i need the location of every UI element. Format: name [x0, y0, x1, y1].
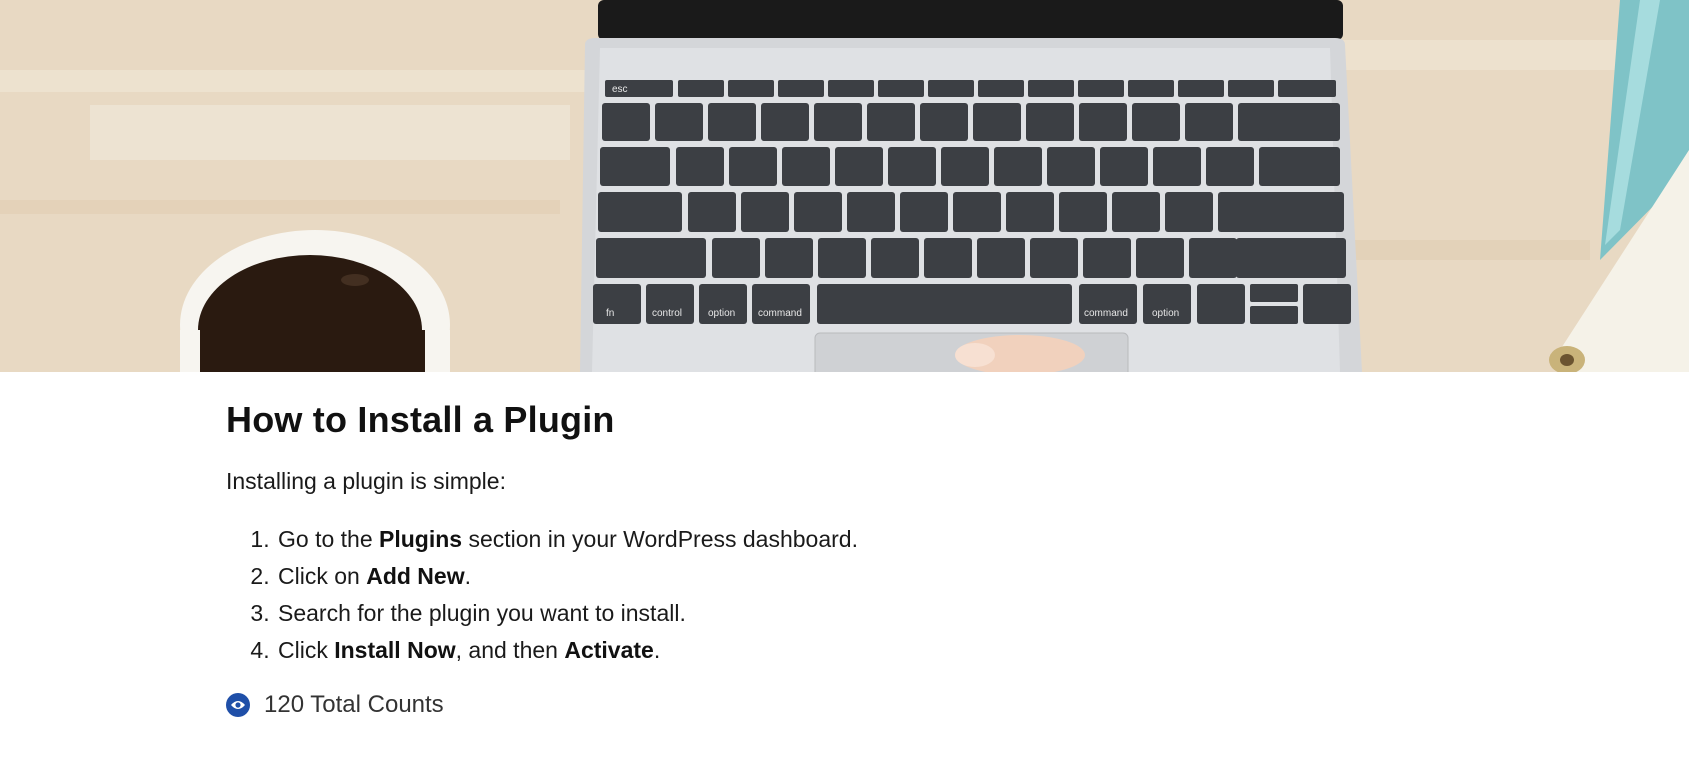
step-text: Search for the plugin you want to instal…: [278, 600, 686, 627]
svg-text:command: command: [1084, 308, 1128, 319]
svg-text:option: option: [1152, 308, 1179, 319]
list-item: Go to the Plugins section in your WordPr…: [276, 521, 1526, 558]
list-item: Click Install Now, and then Activate.: [276, 632, 1526, 669]
step-bold-text: Add New: [366, 563, 465, 590]
step-text: , and then: [455, 637, 565, 664]
step-bold-text: Install Now: [334, 637, 456, 664]
step-bold-text: Activate: [564, 637, 654, 664]
step-text: Click on: [278, 563, 367, 590]
eye-icon: [226, 693, 250, 718]
view-count-text: 120 Total Counts: [264, 691, 444, 719]
steps-list: Go to the Plugins section in your WordPr…: [226, 521, 1526, 669]
svg-text:esc: esc: [612, 84, 628, 95]
svg-text:option: option: [708, 308, 735, 319]
list-item: Search for the plugin you want to instal…: [276, 595, 1526, 632]
step-text: section in your WordPress dashboard.: [462, 526, 858, 553]
svg-text:fn: fn: [606, 308, 614, 319]
intro-text: Installing a plugin is simple:: [226, 468, 506, 495]
svg-text:control: control: [652, 308, 682, 319]
page-title: How to Install a Plugin: [226, 399, 615, 440]
svg-text:command: command: [758, 308, 802, 319]
step-text: .: [464, 563, 471, 590]
hero-illustration: esc fn control option command command op…: [0, 0, 1689, 372]
view-count: 120 Total Counts: [226, 691, 1526, 719]
step-text: Go to the: [278, 526, 380, 553]
step-bold-text: Plugins: [379, 526, 463, 553]
step-text: Click: [278, 637, 335, 664]
hero-image: esc fn control option command command op…: [0, 0, 1689, 372]
article: How to Install a Plugin Installing a plu…: [226, 372, 1526, 719]
step-text: .: [653, 637, 661, 664]
list-item: Click on Add New.: [276, 558, 1526, 595]
